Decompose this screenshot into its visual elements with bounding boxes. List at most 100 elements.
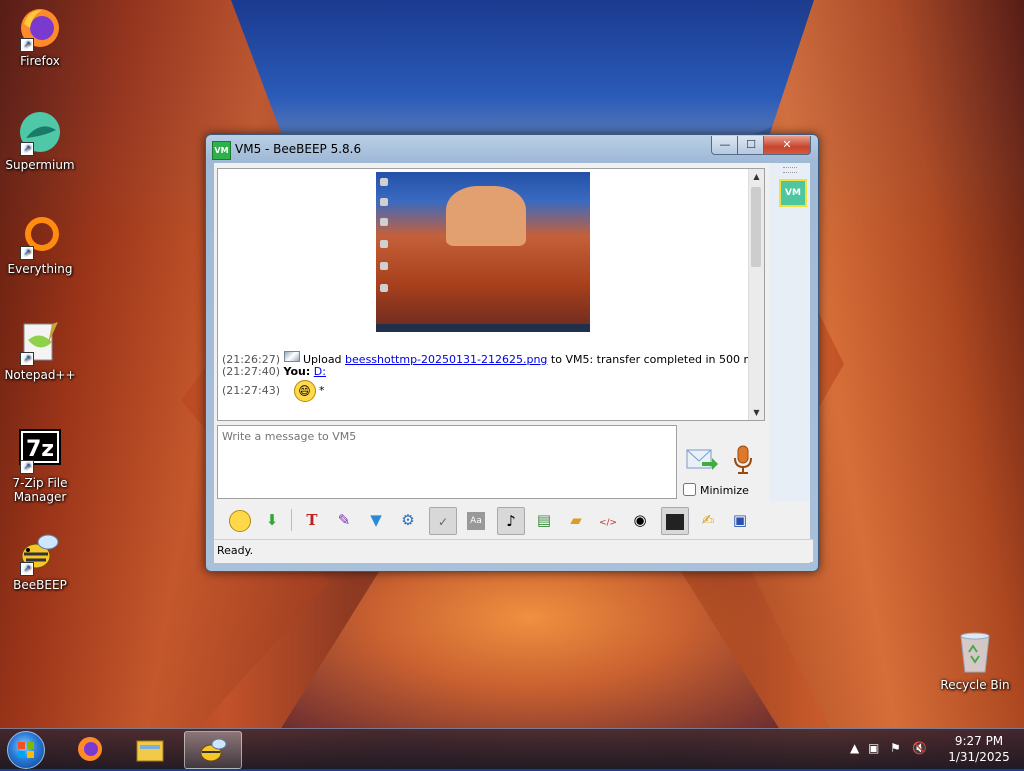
taskbar-item-explorer[interactable] bbox=[122, 731, 178, 767]
screenshot-desktop-icon bbox=[380, 262, 388, 270]
screenshot-taskbar bbox=[376, 324, 590, 332]
settings-gear-icon: ⚙ bbox=[401, 511, 415, 529]
font-button[interactable]: T bbox=[299, 507, 325, 533]
message-input[interactable] bbox=[218, 426, 674, 498]
volume-muted-icon[interactable]: 🔇 bbox=[912, 741, 927, 755]
settings-button[interactable]: ⚙ bbox=[395, 507, 421, 533]
minimize-label: Minimize bbox=[700, 484, 749, 497]
beebeep-icon bbox=[200, 738, 227, 762]
desktop-icon-label: Supermium bbox=[5, 158, 75, 172]
taskbar-item-beebeep[interactable] bbox=[184, 731, 242, 769]
window-title: VM5 - BeeBEEP 5.8.6 bbox=[235, 142, 362, 156]
screenshot-icon: ◉ bbox=[633, 511, 647, 529]
spellcheck-button[interactable]: ✓ bbox=[429, 507, 457, 535]
beebeep-app-icon: VM bbox=[212, 141, 231, 160]
desktop-icon-label: Everything bbox=[7, 262, 73, 276]
grip-icon bbox=[783, 167, 797, 173]
note-button[interactable]: ♪ bbox=[497, 507, 525, 535]
action-center-flag-icon[interactable]: ⚑ bbox=[890, 741, 901, 755]
message-text: to VM5: transfer completed in 500 ms. bbox=[550, 353, 764, 366]
send-file-button[interactable]: ▤ bbox=[531, 507, 557, 533]
terminal-button[interactable] bbox=[661, 507, 689, 535]
screenshot-desktop-icon bbox=[380, 284, 388, 292]
beebeep-window: VM VM5 - BeeBEEP 5.8.6 — ☐ ✕ (21:26:27) bbox=[205, 134, 819, 572]
desktop-icon-beebeep[interactable]: ↗ BeeBEEP bbox=[0, 530, 80, 592]
screenshot-desktop-icon bbox=[380, 178, 388, 186]
desktop-icon-label: Recycle Bin bbox=[940, 678, 1010, 692]
emoticons-button[interactable] bbox=[227, 507, 253, 533]
scroll-down-icon[interactable]: ▼ bbox=[749, 405, 764, 420]
scroll-thumb[interactable] bbox=[751, 187, 761, 267]
uploaded-file-link[interactable]: beesshottmp-20250131-212625.png bbox=[345, 353, 547, 366]
save-button[interactable]: ▣ bbox=[727, 507, 753, 533]
screenshot-desktop-icon bbox=[380, 240, 388, 248]
download-button[interactable]: ⬇ bbox=[259, 507, 285, 533]
desktop-icon-firefox[interactable]: ↗ Firefox bbox=[0, 6, 80, 68]
firefox-icon bbox=[78, 737, 102, 761]
message-input-box[interactable] bbox=[217, 425, 677, 499]
chat-message: (21:26:27) Upload beesshottmp-20250131-2… bbox=[222, 351, 764, 366]
font-size-button[interactable]: Aa bbox=[463, 507, 489, 533]
microphone-icon bbox=[734, 445, 752, 474]
send-button[interactable] bbox=[686, 447, 718, 473]
window-titlebar[interactable]: VM VM5 - BeeBEEP 5.8.6 — ☐ ✕ bbox=[206, 135, 818, 163]
note-icon: ♪ bbox=[506, 512, 516, 530]
start-orb-icon bbox=[18, 742, 34, 758]
scroll-up-icon[interactable]: ▲ bbox=[749, 169, 764, 184]
chat-scrollbar[interactable]: ▲ ▼ bbox=[748, 169, 764, 420]
desktop-icon-everything[interactable]: ↗ Everything bbox=[0, 214, 80, 276]
font-icon: T bbox=[306, 511, 318, 529]
screenshot-rock bbox=[446, 186, 526, 246]
voice-message-button[interactable] bbox=[732, 445, 754, 475]
desktop-icon-label: Firefox bbox=[20, 54, 60, 68]
save-icon: ▣ bbox=[732, 511, 748, 529]
screenshot-desktop-icon bbox=[380, 218, 388, 226]
screenshot-button[interactable]: ◉ bbox=[627, 507, 653, 533]
clock-time: 9:27 PM bbox=[954, 734, 1004, 748]
network-icon[interactable]: ▣ bbox=[868, 741, 879, 755]
firefox-icon: ↗ bbox=[18, 6, 62, 52]
minimize-button[interactable]: — bbox=[711, 136, 739, 155]
desktop-icon-recycle-bin[interactable]: Recycle Bin bbox=[935, 630, 1015, 692]
close-button[interactable]: ✕ bbox=[763, 136, 811, 155]
chat-messages: (21:26:27) Upload beesshottmp-20250131-2… bbox=[222, 351, 764, 403]
recycle-bin-icon bbox=[953, 630, 997, 674]
font-size-icon: Aa bbox=[467, 511, 485, 530]
clock-date: 1/31/2025 bbox=[948, 750, 1010, 764]
html-icon: </> bbox=[598, 518, 618, 528]
spellcheck-icon: ✓ bbox=[437, 515, 449, 529]
chat-view[interactable]: (21:26:27) Upload beesshottmp-20250131-2… bbox=[217, 168, 765, 421]
send-file-icon: ▤ bbox=[536, 511, 552, 529]
edit-button[interactable]: ✍ bbox=[695, 507, 721, 533]
html-button[interactable]: </> bbox=[595, 507, 621, 533]
send-folder-button[interactable]: ▰ bbox=[563, 507, 589, 533]
color-icon: ✎ bbox=[337, 511, 351, 529]
minimize-checkbox[interactable] bbox=[683, 483, 696, 496]
chat-message: (21:27:40) You: D: bbox=[222, 365, 762, 379]
emoticons-icon bbox=[229, 509, 251, 532]
desktop-icon-supermium[interactable]: ↗ Supermium bbox=[0, 110, 80, 172]
message-time: (21:27:43) bbox=[222, 384, 280, 397]
taskbar-item-firefox[interactable] bbox=[62, 731, 118, 767]
maximize-button[interactable]: ☐ bbox=[737, 136, 765, 155]
upload-icon bbox=[283, 351, 300, 362]
minimize-checkbox-row[interactable]: Minimize bbox=[683, 483, 749, 497]
everything-icon: ↗ bbox=[18, 214, 62, 260]
desktop-icon-label: 7-Zip File Manager bbox=[12, 476, 68, 504]
edit-icon: ✍ bbox=[701, 511, 715, 529]
window-client-area: (21:26:27) Upload beesshottmp-20250131-2… bbox=[214, 163, 813, 563]
desktop-icon-label: Notepad++ bbox=[4, 368, 76, 382]
system-tray: ▲ ▣ ⚑ 🔇 9:27 PM 1/31/2025 bbox=[844, 729, 1024, 769]
screenshot-preview-image[interactable] bbox=[376, 172, 590, 332]
filter-button[interactable]: ▼ bbox=[363, 507, 389, 533]
user-avatar-vm5[interactable]: VM bbox=[779, 179, 807, 207]
message-text-link[interactable]: D: bbox=[314, 365, 326, 378]
start-button[interactable] bbox=[7, 731, 45, 769]
clock[interactable]: 9:27 PM 1/31/2025 bbox=[944, 733, 1014, 765]
desktop-icon-7zip[interactable]: 7z ↗ 7-Zip File Manager bbox=[0, 428, 80, 504]
show-hidden-icons-icon[interactable]: ▲ bbox=[850, 741, 859, 755]
color-button[interactable]: ✎ bbox=[331, 507, 357, 533]
message-text: * bbox=[319, 384, 325, 397]
taskbar: ▲ ▣ ⚑ 🔇 9:27 PM 1/31/2025 bbox=[0, 728, 1024, 769]
desktop-icon-notepadpp[interactable]: ↗ Notepad++ bbox=[0, 320, 80, 382]
